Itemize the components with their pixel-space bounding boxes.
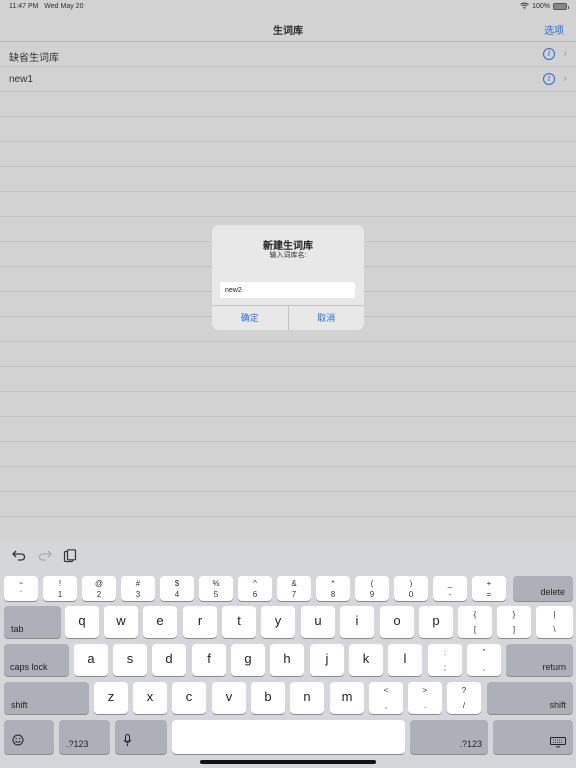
key-e[interactable]: e (143, 606, 177, 638)
key-k[interactable]: k (349, 644, 383, 676)
home-indicator (200, 760, 376, 764)
mic-icon (123, 734, 132, 746)
redo-icon[interactable] (38, 549, 52, 564)
space-bar[interactable] (172, 720, 405, 754)
key-r[interactable]: r (183, 606, 217, 638)
key-3[interactable]: #3 (121, 576, 155, 601)
chevron-right-icon: › (563, 48, 567, 59)
key-s[interactable]: s (113, 644, 147, 676)
key-q[interactable]: q (65, 606, 99, 638)
page-title: 生词库 (273, 26, 303, 37)
hide-keyboard-key[interactable] (493, 720, 573, 754)
key-l[interactable]: l (388, 644, 422, 676)
confirm-button[interactable]: 确定 (212, 306, 288, 330)
key-b[interactable]: b (251, 682, 285, 714)
list-item-label: 缺省生词库 (9, 53, 59, 64)
info-icon[interactable]: i (543, 73, 555, 85)
key-0[interactable]: ) 0 (394, 576, 428, 601)
key-quote[interactable]: ", (467, 644, 501, 676)
key-n[interactable]: n (290, 682, 324, 714)
key-backslash[interactable]: | \ (536, 606, 573, 638)
key-m[interactable]: m (330, 682, 364, 714)
key-period[interactable]: >. (408, 682, 442, 714)
key-5[interactable]: % 5 (199, 576, 233, 601)
key-1[interactable]: ! 1 (43, 576, 77, 601)
key-h[interactable]: h (270, 644, 304, 676)
list-item[interactable]: 缺省生词库 i › (0, 42, 576, 67)
key-t[interactable]: t (222, 606, 256, 638)
key-v[interactable]: v (212, 682, 246, 714)
info-icon[interactable]: i (543, 48, 555, 60)
status-time: 11:47 PM Wed May 20 (9, 3, 84, 10)
key-slash[interactable]: ? / (447, 682, 481, 714)
key-9[interactable]: (9 (355, 576, 389, 601)
dialog-message: 输入词库名: (269, 252, 307, 259)
dialog-buttons: 确定 取消 (212, 305, 364, 330)
key-y[interactable]: y (261, 606, 295, 638)
key-7[interactable]: & 7 (277, 576, 311, 601)
list-item[interactable]: new1 i › (0, 67, 576, 92)
options-button[interactable]: 选项 (544, 22, 564, 37)
key-x[interactable]: x (133, 682, 167, 714)
left-shift-key[interactable]: shift (4, 682, 89, 714)
emoji-icon (12, 734, 24, 746)
key-d[interactable]: d (152, 644, 186, 676)
key-c[interactable]: c (172, 682, 206, 714)
key-i[interactable]: i (340, 606, 374, 638)
battery-icon (553, 3, 569, 10)
key-u[interactable]: u (301, 606, 335, 638)
status-right: 100% (520, 2, 569, 11)
delete-key[interactable]: delete (513, 576, 573, 601)
chevron-right-icon: › (563, 73, 567, 84)
cancel-button[interactable]: 取消 (287, 306, 365, 330)
numbers-key-right[interactable]: .?123 (410, 720, 488, 754)
key-right-bracket[interactable]: }] (497, 606, 531, 638)
return-key[interactable]: return (506, 644, 573, 676)
key-a[interactable]: a (74, 644, 108, 676)
key-equals[interactable]: + = (472, 576, 506, 601)
key-4[interactable]: $4 (160, 576, 194, 601)
status-bar: 11:47 PM Wed May 20 100% (0, 0, 576, 14)
keyboard: ~ ` ! 1 @2 #3 $4 % 5 ^ 6 & 7 * 8 (9 ) 0 _ - + = d… (0, 572, 576, 768)
key-j[interactable]: j (310, 644, 344, 676)
key-8[interactable]: * 8 (316, 576, 350, 601)
key-left-bracket[interactable]: {[ (458, 606, 492, 638)
navigation-bar: 生词库 选项 (0, 14, 576, 42)
paste-icon[interactable] (63, 549, 77, 566)
wifi-icon (520, 2, 529, 11)
right-shift-key[interactable]: shift (487, 682, 573, 714)
dictation-key[interactable] (115, 720, 167, 754)
key-p[interactable]: p (419, 606, 453, 638)
key-g[interactable]: g (231, 644, 265, 676)
key-semicolon[interactable]: :; (428, 644, 462, 676)
key-f[interactable]: f (192, 644, 226, 676)
new-library-dialog: 新建生词库 输入词库名: 确定 取消 (212, 225, 364, 330)
key-z[interactable]: z (94, 682, 128, 714)
keyboard-shortcut-bar (0, 540, 576, 572)
key-tilde[interactable]: ~ ` (4, 576, 38, 601)
emoji-key[interactable] (4, 720, 54, 754)
key-o[interactable]: o (380, 606, 414, 638)
numbers-key-left[interactable]: .?123 (59, 720, 110, 754)
battery-percent: 100% (532, 3, 550, 10)
tab-key[interactable]: tab (4, 606, 61, 638)
key-2[interactable]: @2 (82, 576, 116, 601)
key-6[interactable]: ^ 6 (238, 576, 272, 601)
key-minus[interactable]: _ - (433, 576, 467, 601)
keyboard-hide-icon (550, 737, 566, 748)
undo-icon[interactable] (12, 549, 26, 564)
key-w[interactable]: w (104, 606, 138, 638)
list-item-label: new1 (9, 74, 33, 85)
caps-lock-key[interactable]: caps lock (4, 644, 69, 676)
key-comma[interactable]: <, (369, 682, 403, 714)
library-name-input[interactable] (220, 282, 355, 298)
